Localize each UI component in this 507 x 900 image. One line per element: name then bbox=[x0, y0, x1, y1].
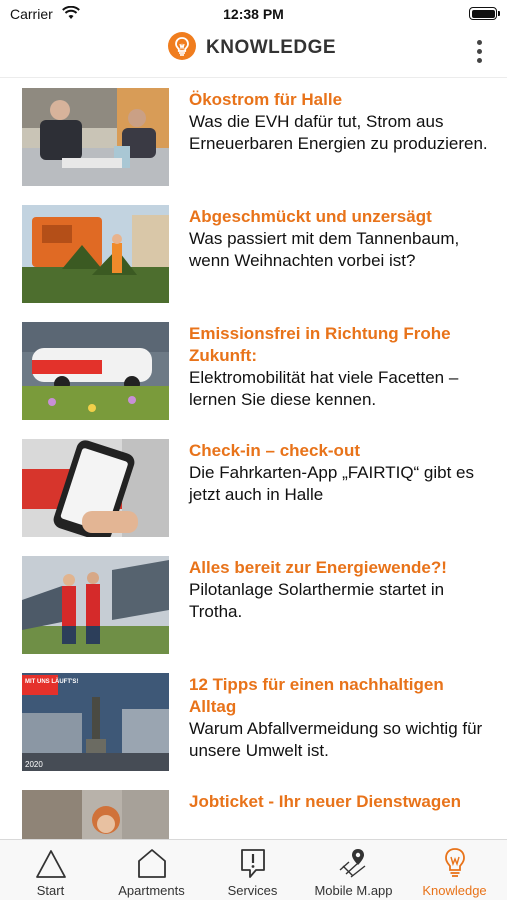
page-title: KNOWLEDGE bbox=[206, 37, 337, 58]
tab-apartments[interactable]: Apartments bbox=[101, 840, 202, 900]
app-header: KNOWLEDGE bbox=[0, 28, 507, 78]
list-item[interactable]: Abgeschmückt und unzersägt Was passiert … bbox=[0, 196, 507, 306]
list-item[interactable]: Check-in – check-out Die Fahrkarten-App … bbox=[0, 430, 507, 540]
article-image bbox=[22, 322, 169, 420]
tab-knowledge[interactable]: Knowledge bbox=[404, 840, 505, 900]
article-list[interactable]: Ökostrom für Halle Was die EVH dafür tut… bbox=[0, 79, 507, 839]
tab-label: Start bbox=[36, 883, 65, 898]
article-description: Elektromobilität hat viele Facetten – le… bbox=[189, 368, 459, 409]
article-image bbox=[22, 556, 169, 654]
more-vertical-icon[interactable] bbox=[467, 38, 491, 68]
list-item[interactable]: MIT UNS LÄUFT'S! 2020 12 Tipps für einen… bbox=[0, 664, 507, 774]
article-title: 12 Tipps für einen nachhaltigen Alltag bbox=[189, 675, 444, 716]
tab-start[interactable]: Start bbox=[0, 840, 101, 900]
list-item[interactable]: Emissionsfrei in Richtung Frohe Zukunft:… bbox=[0, 313, 507, 423]
year-label: 2020 bbox=[25, 760, 43, 769]
map-pin-icon bbox=[339, 849, 366, 878]
article-title: Jobticket - Ihr neuer Dienstwagen bbox=[189, 792, 462, 811]
article-description: Was passiert mit dem Tannenbaum, wenn We… bbox=[189, 229, 460, 270]
article-description: Was die EVH dafür tut, Strom aus Erneuer… bbox=[189, 112, 488, 153]
article-title: Alles bereit zur Energiewende?! bbox=[189, 558, 447, 577]
clock: 12:38 PM bbox=[223, 6, 284, 22]
article-image bbox=[22, 205, 169, 303]
article-title: Ökostrom für Halle bbox=[189, 90, 343, 109]
lightbulb-icon bbox=[168, 32, 196, 60]
tab-services[interactable]: Services bbox=[202, 840, 303, 900]
list-item[interactable]: Alles bereit zur Energiewende?! Pilotanl… bbox=[0, 547, 507, 657]
service-exclamation-icon bbox=[241, 849, 265, 878]
article-image bbox=[22, 88, 169, 186]
lightbulb-icon bbox=[445, 848, 465, 877]
article-description: Pilotanlage Solarthermie startet in Trot… bbox=[189, 580, 445, 621]
house-icon bbox=[138, 849, 166, 878]
article-image: MIT UNS LÄUFT'S! 2020 bbox=[22, 673, 169, 771]
tab-label: Services bbox=[227, 883, 278, 898]
triangle-icon bbox=[36, 850, 66, 878]
list-item[interactable]: Ökostrom für Halle Was die EVH dafür tut… bbox=[0, 79, 507, 189]
article-title: Emissionsfrei in Richtung Frohe Zukunft: bbox=[189, 324, 451, 365]
tab-label: Knowledge bbox=[422, 883, 487, 898]
article-image bbox=[22, 439, 169, 537]
article-image bbox=[22, 790, 169, 839]
badge-text-1: MIT UNS LÄUFT'S! bbox=[25, 678, 78, 685]
list-item[interactable]: Jobticket - Ihr neuer Dienstwagen bbox=[0, 781, 507, 839]
tab-mobile-mapp[interactable]: Mobile M.app bbox=[303, 840, 404, 900]
battery-icon bbox=[469, 7, 500, 20]
article-description: Die Fahrkarten-App „FAIRTIQ“ gibt es jet… bbox=[189, 463, 475, 504]
article-title: Abgeschmückt und unzersägt bbox=[189, 207, 432, 226]
status-bar: Carrier 12:38 PM bbox=[0, 0, 507, 28]
tab-label: Apartments bbox=[118, 883, 185, 898]
tab-label: Mobile M.app bbox=[314, 883, 393, 898]
article-title: Check-in – check-out bbox=[189, 441, 360, 460]
tab-bar: Start Apartments Services Mobile M.app K… bbox=[0, 839, 507, 900]
article-description: Warum Abfallvermeidung so wichtig für un… bbox=[189, 719, 483, 760]
